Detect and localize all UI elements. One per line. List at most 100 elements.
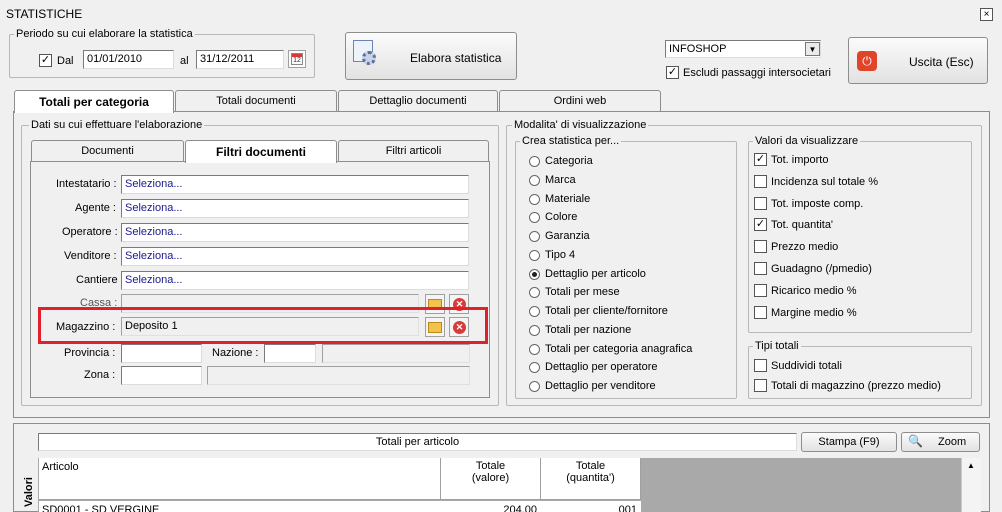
- highlight-box: [38, 307, 488, 344]
- zoom-button[interactable]: 🔍 Zoom: [901, 432, 980, 452]
- valori-checkbox[interactable]: [754, 240, 767, 254]
- row-quantita: 001: [618, 504, 637, 512]
- intestatario-label: Intestatario :: [56, 178, 117, 190]
- intestatario-input[interactable]: Seleziona...: [121, 175, 469, 194]
- radio-label[interactable]: Marca: [545, 174, 576, 186]
- valori-group: [748, 141, 972, 333]
- tab-filtri-articoli[interactable]: Filtri articoli: [338, 140, 489, 161]
- valori-checkbox[interactable]: [754, 305, 767, 319]
- dal-checkbox[interactable]: ✓: [39, 54, 52, 67]
- zoom-label: Zoom: [938, 436, 967, 448]
- valori-checkbox[interactable]: ✓: [754, 218, 767, 232]
- escludi-label: Escludi passaggi intersocietari: [683, 67, 831, 79]
- radio-button[interactable]: [529, 343, 540, 355]
- cantiere-input[interactable]: Seleziona...: [121, 271, 469, 290]
- nazione-label: Nazione :: [212, 347, 259, 359]
- col-valore[interactable]: Totale (valore): [441, 458, 541, 500]
- crea-legend: Crea statistica per...: [520, 135, 622, 147]
- valori-checkbox[interactable]: [754, 262, 767, 275]
- radio-label[interactable]: Garanzia: [545, 230, 590, 242]
- window-title: STATISTICHE: [6, 7, 83, 21]
- provincia-input[interactable]: [121, 344, 202, 363]
- tab-totali-documenti[interactable]: Totali documenti: [175, 90, 337, 111]
- date-from-input[interactable]: 01/01/2010: [83, 50, 174, 69]
- tipi-checkbox[interactable]: [754, 379, 767, 392]
- valori-checkbox[interactable]: [754, 174, 767, 188]
- date-to-input[interactable]: 31/12/2011: [196, 50, 284, 69]
- radio-button[interactable]: [529, 268, 540, 280]
- elabora-statistica-button[interactable]: Elabora statistica: [345, 32, 517, 80]
- tab-filtri-documenti[interactable]: Filtri documenti: [185, 140, 337, 163]
- radio-button[interactable]: [529, 193, 540, 205]
- tab-ordini-web[interactable]: Ordini web: [499, 90, 661, 111]
- zona-label: Zona :: [84, 369, 116, 381]
- valori-label: Tot. quantita': [771, 219, 834, 232]
- stampa-button[interactable]: Stampa (F9): [801, 432, 897, 452]
- valori-checkbox[interactable]: ✓: [754, 153, 767, 166]
- agente-input[interactable]: Seleziona...: [121, 199, 469, 218]
- radio-button[interactable]: [529, 231, 540, 242]
- calendar-icon[interactable]: 12: [288, 50, 306, 68]
- valori-checkbox[interactable]: [754, 283, 767, 297]
- uscita-label: Uscita (Esc): [909, 55, 974, 69]
- radio-label[interactable]: Totali per cliente/fornitore: [545, 305, 668, 317]
- operatore-input[interactable]: Seleziona...: [121, 223, 469, 242]
- tab-label: Ordini web: [553, 95, 607, 107]
- magnifier-icon: 🔍: [908, 434, 923, 448]
- radio-label[interactable]: Categoria: [545, 155, 593, 167]
- scroll-up-icon[interactable]: ▲: [967, 461, 975, 470]
- valori-side-tab[interactable]: Valori: [18, 458, 38, 512]
- tab-totali-categoria[interactable]: Totali per categoria: [14, 90, 174, 113]
- radio-label[interactable]: Colore: [545, 211, 577, 223]
- valori-checkbox[interactable]: [754, 196, 767, 210]
- dal-label: Dal: [57, 55, 74, 67]
- zona-desc: [207, 366, 470, 385]
- close-icon[interactable]: ×: [980, 8, 993, 21]
- agente-label: Agente :: [75, 202, 116, 214]
- tab-label: Totali documenti: [216, 95, 296, 107]
- table-row[interactable]: SD0001 - SD VERGINE 204,00 001: [39, 501, 641, 512]
- row-valore: 204,00: [503, 504, 537, 512]
- col-quantita[interactable]: Totale (quantita'): [541, 458, 641, 500]
- radio-button[interactable]: [529, 324, 540, 336]
- vertical-scrollbar[interactable]: ▲: [961, 458, 981, 512]
- col-articolo[interactable]: Articolo: [39, 458, 441, 500]
- radio-label[interactable]: Dettaglio per venditore: [545, 380, 656, 392]
- cantiere-label: Cantiere :: [76, 274, 124, 286]
- modalita-legend: Modalita' di visualizzazione: [512, 119, 649, 131]
- tipi-legend: Tipi totali: [753, 340, 801, 352]
- tipi-checkbox[interactable]: [754, 359, 767, 372]
- title-bar: STATISTICHE ×: [0, 0, 1002, 24]
- zona-input[interactable]: [121, 366, 202, 385]
- tab-label: Filtri articoli: [385, 145, 442, 157]
- chevron-down-icon[interactable]: ▼: [805, 42, 820, 56]
- shop-value: INFOSHOP: [669, 43, 727, 55]
- tab-dettaglio-documenti[interactable]: Dettaglio documenti: [338, 90, 498, 111]
- radio-button[interactable]: [529, 174, 540, 186]
- radio-button[interactable]: [529, 249, 540, 261]
- radio-label[interactable]: Totali per categoria anagrafica: [545, 343, 692, 355]
- tipi-label: Suddividi totali: [771, 360, 842, 372]
- tab-label: Dettaglio documenti: [369, 95, 467, 107]
- radio-button[interactable]: [529, 306, 540, 317]
- radio-label[interactable]: Totali per mese: [545, 286, 620, 298]
- power-icon: ⏻: [857, 51, 877, 71]
- tab-label: Filtri documenti: [216, 145, 306, 159]
- radio-label[interactable]: Tipo 4: [545, 249, 575, 261]
- radio-label[interactable]: Dettaglio per articolo: [545, 268, 646, 280]
- valori-label: Margine medio %: [771, 306, 857, 319]
- radio-button[interactable]: [529, 381, 540, 392]
- shop-select[interactable]: INFOSHOP: [665, 40, 821, 58]
- nazione-input[interactable]: [264, 344, 316, 363]
- escludi-checkbox[interactable]: ✓: [666, 66, 679, 79]
- results-title: Totali per articolo: [38, 433, 797, 451]
- tab-label: Documenti: [81, 145, 134, 157]
- radio-button[interactable]: [529, 156, 540, 167]
- uscita-button[interactable]: ⏻ Uscita (Esc): [848, 37, 988, 84]
- tab-documenti[interactable]: Documenti: [31, 140, 184, 161]
- elabora-label: Elabora statistica: [410, 51, 502, 65]
- radio-label[interactable]: Totali per nazione: [545, 324, 631, 336]
- radio-label[interactable]: Materiale: [545, 193, 590, 205]
- radio-label[interactable]: Dettaglio per operatore: [545, 361, 658, 373]
- venditore-input[interactable]: Seleziona...: [121, 247, 469, 266]
